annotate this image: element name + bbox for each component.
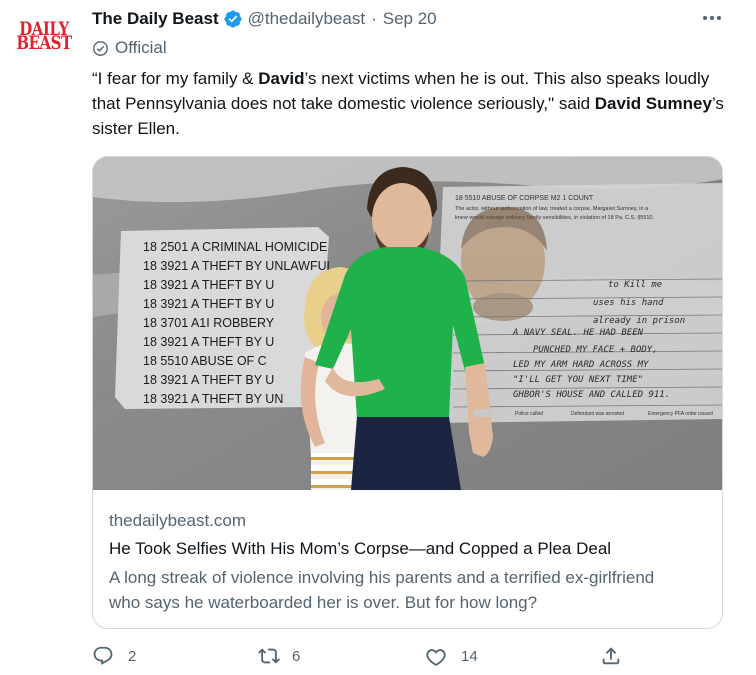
- avatar-line-2: BEAST: [16, 31, 72, 55]
- checkbox-label: Police called: [515, 411, 543, 417]
- checkbox-label: Emergency PFA order issued: [648, 411, 713, 417]
- tweet-text-bold-2: David Sumney: [594, 94, 712, 113]
- retweet-button[interactable]: 6: [258, 644, 300, 668]
- charge-line: 18 3921 A THEFT BY UN: [143, 392, 283, 406]
- share-button[interactable]: [600, 644, 622, 668]
- charge-line: 18 3921 A THEFT BY U: [143, 373, 274, 387]
- reply-button[interactable]: 2: [92, 644, 136, 668]
- tweet-date[interactable]: Sep 20: [383, 9, 437, 29]
- tweet-text-part-1: “I fear for my family &: [92, 69, 259, 88]
- official-text: Official: [115, 38, 167, 57]
- charge-line: 18 5510 ABUSE OF C: [143, 354, 267, 368]
- tweet-header: The Daily Beast @thedailybeast · Sep 20: [92, 8, 437, 30]
- share-icon: [602, 647, 620, 665]
- charge-line: 18 3921 A THEFT BY U: [143, 335, 274, 349]
- reply-icon: [93, 646, 113, 665]
- tweet[interactable]: DAILY BEAST The Daily Beast @thedailybea…: [0, 0, 756, 675]
- official-label: Official: [92, 37, 167, 59]
- doc-header: 18 5510 ABUSE OF CORPSE M2 1 COUNT: [455, 195, 594, 202]
- handwriting-line: to Kill me: [608, 280, 662, 290]
- more-options-button[interactable]: [700, 8, 724, 28]
- author-handle[interactable]: @thedailybeast: [248, 9, 365, 29]
- retweet-icon: [258, 648, 280, 664]
- verified-badge-icon: [224, 10, 242, 28]
- author-name[interactable]: The Daily Beast: [92, 9, 219, 29]
- handwriting-line: "I'LL GET YOU NEXT TIME": [513, 375, 643, 385]
- avatar[interactable]: DAILY BEAST: [16, 12, 72, 60]
- separator-dot: ·: [371, 9, 377, 28]
- card-domain: thedailybeast.com: [109, 511, 247, 530]
- tweet-text-bold-1: David: [258, 69, 305, 88]
- handwriting-line: already in prison: [593, 316, 685, 326]
- more-icon: [703, 16, 721, 20]
- handwriting-line: PUNCHED MY FACE + BODY,: [533, 345, 658, 355]
- like-button[interactable]: 14: [425, 644, 478, 668]
- handwriting-line: uses his hand: [593, 298, 664, 308]
- checkbox-label: Defendant was arrested: [571, 411, 624, 417]
- handwriting-line: GHBOR'S HOUSE AND CALLED 911.: [513, 390, 670, 400]
- card-description: A long streak of violence involving his …: [109, 568, 655, 612]
- card-title: He Took Selfies With His Mom’s Corpse—an…: [109, 539, 612, 558]
- official-badge-icon: [93, 40, 108, 56]
- charge-line: 18 3921 A THEFT BY UNLAWFUL: [143, 259, 334, 273]
- charge-line: 18 3701 A1I ROBBERY: [143, 316, 275, 330]
- handwriting-line: A NAVY SEAL. HE HAD BEEN: [512, 328, 644, 338]
- like-count: 14: [461, 647, 478, 665]
- tweet-text: “I fear for my family & David’s next vic…: [92, 66, 732, 141]
- reply-count: 2: [128, 647, 137, 665]
- charge-line: 18 3921 A THEFT BY U: [143, 278, 274, 292]
- card-image-collage: 18 2501 A CRIMINAL HOMICIDE 18 3921 A TH…: [93, 157, 722, 490]
- charge-line: 18 3921 A THEFT BY U: [143, 297, 274, 311]
- handwriting-line: LED MY ARM HARD ACROSS MY: [513, 360, 649, 370]
- card-image[interactable]: 18 2501 A CRIMINAL HOMICIDE 18 3921 A TH…: [93, 157, 722, 490]
- retweet-count: 6: [292, 647, 301, 665]
- tweet-actions: 2 6 14: [92, 644, 732, 668]
- charge-line: 18 2501 A CRIMINAL HOMICIDE: [143, 240, 327, 254]
- heart-icon: [426, 649, 446, 666]
- link-card[interactable]: 18 2501 A CRIMINAL HOMICIDE 18 3921 A TH…: [92, 156, 723, 629]
